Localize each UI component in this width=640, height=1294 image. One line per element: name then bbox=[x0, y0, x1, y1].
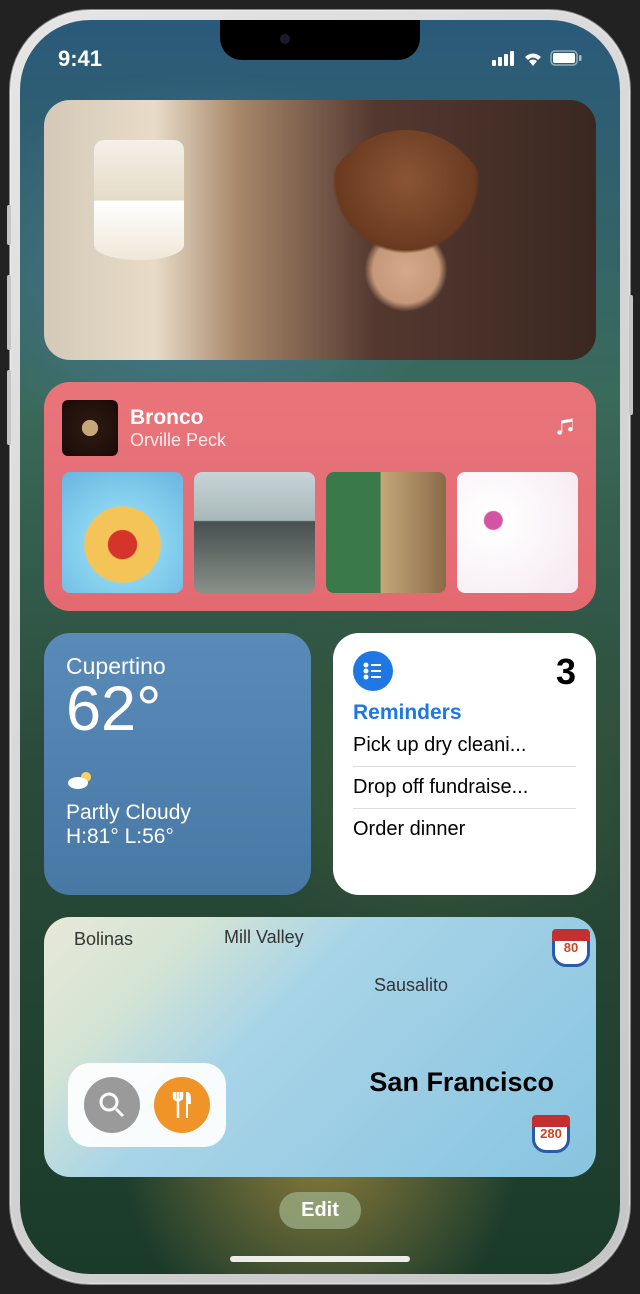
photo-content bbox=[94, 140, 184, 260]
weather-widget[interactable]: Cupertino 62° Partly Cloudy H:81° L:56° bbox=[44, 633, 311, 895]
cellular-icon bbox=[492, 46, 516, 72]
reminders-widget[interactable]: 3 Reminders Pick up dry cleani... Drop o… bbox=[333, 633, 596, 895]
reminders-title: Reminders bbox=[353, 701, 576, 725]
volume-down-button bbox=[7, 370, 11, 445]
reminder-item[interactable]: Order dinner bbox=[353, 809, 576, 850]
maps-quick-actions bbox=[68, 1063, 226, 1147]
highway-shield-80: 80 bbox=[552, 929, 590, 967]
highway-shield-280: 280 bbox=[532, 1115, 570, 1153]
reminder-item[interactable]: Drop off fundraise... bbox=[353, 767, 576, 809]
power-button bbox=[629, 295, 633, 415]
map-label-bolinas: Bolinas bbox=[74, 929, 133, 950]
edit-button[interactable]: Edit bbox=[279, 1192, 361, 1229]
music-icon bbox=[552, 413, 578, 444]
music-widget[interactable]: Bronco Orville Peck bbox=[44, 382, 596, 611]
photos-widget[interactable] bbox=[44, 100, 596, 360]
album-suggestion-4[interactable] bbox=[457, 472, 578, 593]
album-suggestion-3[interactable] bbox=[326, 472, 447, 593]
song-title: Bronco bbox=[130, 406, 540, 430]
wifi-icon bbox=[522, 46, 544, 72]
reminders-list-icon bbox=[353, 651, 393, 691]
maps-restaurants-button[interactable] bbox=[154, 1077, 210, 1133]
battery-icon bbox=[550, 46, 582, 72]
album-suggestion-2[interactable] bbox=[194, 472, 315, 593]
mute-switch bbox=[7, 205, 11, 245]
phone-frame: 9:41 bbox=[10, 10, 630, 1284]
home-indicator[interactable] bbox=[230, 1256, 410, 1262]
reminders-count: 3 bbox=[556, 651, 576, 693]
reminder-item[interactable]: Pick up dry cleani... bbox=[353, 725, 576, 767]
partly-cloudy-icon bbox=[66, 769, 289, 797]
volume-up-button bbox=[7, 275, 11, 350]
artist-name: Orville Peck bbox=[130, 430, 540, 451]
map-label-sanfrancisco: San Francisco bbox=[369, 1067, 554, 1098]
weather-high-low: H:81° L:56° bbox=[66, 825, 289, 849]
map-label-millvalley: Mill Valley bbox=[224, 927, 304, 948]
notch bbox=[220, 20, 420, 60]
weather-condition: Partly Cloudy bbox=[66, 801, 289, 825]
weather-temperature: 62° bbox=[66, 678, 289, 741]
map-label-sausalito: Sausalito bbox=[374, 975, 448, 996]
now-playing-album-art bbox=[62, 400, 118, 456]
status-time: 9:41 bbox=[58, 46, 102, 72]
album-suggestion-1[interactable] bbox=[62, 472, 183, 593]
maps-widget[interactable]: Bolinas Mill Valley Sausalito San Franci… bbox=[44, 917, 596, 1177]
phone-screen: 9:41 bbox=[20, 20, 620, 1274]
maps-search-button[interactable] bbox=[84, 1077, 140, 1133]
